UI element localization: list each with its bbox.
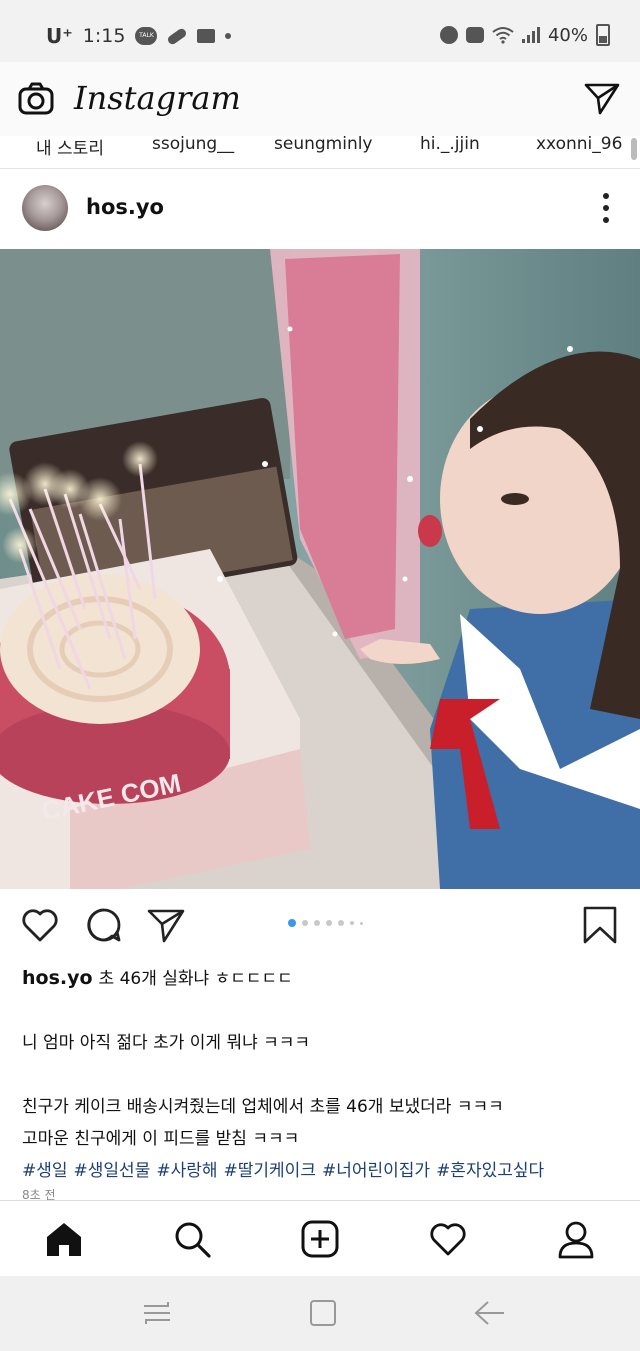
home-button-icon[interactable] — [306, 1298, 340, 1328]
carrier-label: U⁺ — [46, 24, 73, 48]
caption-line: 니 엄마 아직 젊다 초가 이게 뭐냐 ㅋㅋㅋ — [22, 1033, 311, 1053]
hashtag-link[interactable]: #사랑해 — [156, 1161, 217, 1181]
activity-heart-icon[interactable] — [428, 1219, 468, 1259]
camera-icon[interactable] — [18, 82, 54, 116]
carousel-dot — [360, 921, 363, 925]
story-item[interactable]: ssojung__ — [152, 136, 234, 154]
recent-apps-icon[interactable] — [140, 1298, 174, 1328]
avatar[interactable] — [22, 185, 68, 231]
signal-icon — [521, 27, 540, 43]
post-caption: hos.yo 초 46개 실화냐 ㅎㄷㄷㄷㄷ 니 엄마 아직 젊다 초가 이게 뭐… — [22, 962, 622, 1187]
more-options-icon[interactable] — [602, 193, 610, 223]
birthday-photo-illustration: CAKE COM — [0, 249, 640, 889]
search-icon[interactable] — [172, 1219, 212, 1259]
comment-icon[interactable] — [84, 905, 124, 945]
mute-icon — [465, 27, 484, 43]
system-navigation-bar — [0, 1276, 640, 1351]
caption-line: 고마운 친구에게 이 피드를 받침 ㅋㅋㅋ — [22, 1129, 300, 1149]
story-item[interactable]: hi._.jjin — [420, 136, 480, 154]
hashtag-link[interactable]: #딸기케이크 — [224, 1161, 316, 1181]
story-item-my-story[interactable]: 내 스토리 — [36, 136, 104, 159]
bookmark-icon[interactable] — [580, 905, 620, 945]
hashtag-list: #생일 #생일선물 #사랑해 #딸기케이크 #너어린이집가 #혼자있고싶다 — [22, 1155, 622, 1187]
hashtag-link[interactable]: #생일선물 — [74, 1161, 151, 1181]
wifi-icon — [492, 27, 514, 44]
carousel-dot — [302, 920, 308, 926]
new-post-icon[interactable] — [300, 1219, 340, 1259]
alarm-icon — [439, 26, 458, 44]
clock: 1:15 — [82, 25, 126, 47]
kakaotalk-icon: TALK — [135, 27, 158, 45]
profile-icon[interactable] — [556, 1219, 596, 1259]
hashtag-link[interactable]: #혼자있고싶다 — [436, 1161, 544, 1181]
post-actions — [0, 889, 640, 959]
carousel-indicator — [288, 919, 363, 927]
scrollbar[interactable] — [631, 138, 637, 160]
post-photo[interactable]: CAKE COM — [0, 249, 640, 889]
stories-tray: 내 스토리 ssojung__ seungminly hi._.jjin xxo… — [0, 136, 640, 169]
carousel-dot-active — [288, 919, 296, 927]
back-icon[interactable] — [472, 1298, 506, 1328]
notification-dot-icon — [225, 33, 232, 39]
story-item[interactable]: seungminly — [274, 136, 373, 154]
post-header: hos.yo — [0, 169, 640, 249]
share-send-icon[interactable] — [146, 905, 186, 945]
battery-icon — [596, 24, 610, 46]
carousel-dot — [326, 920, 332, 926]
bottom-navigation — [0, 1200, 640, 1277]
app-header: Instagram — [0, 62, 640, 136]
status-bar: U⁺ 1:15 TALK 40% — [0, 0, 640, 62]
carousel-dot — [338, 920, 344, 926]
message-icon — [197, 29, 216, 43]
direct-message-icon[interactable] — [584, 82, 620, 116]
story-item[interactable]: xxonni_96 — [536, 136, 622, 154]
battery-percent: 40% — [547, 24, 588, 46]
caption-username[interactable]: hos.yo — [22, 967, 93, 989]
carousel-dot — [314, 920, 320, 926]
home-icon[interactable] — [44, 1219, 84, 1259]
caption-line: 초 46개 실화냐 ㅎㄷㄷㄷㄷ — [98, 969, 293, 989]
like-heart-icon[interactable] — [20, 905, 60, 945]
hashtag-link[interactable]: #생일 — [22, 1161, 68, 1181]
post-username[interactable]: hos.yo — [86, 195, 164, 219]
carousel-dot — [350, 921, 354, 925]
pill-icon — [166, 26, 189, 46]
caption-line: 친구가 케이크 배송시켜줬는데 업체에서 초를 46개 보냈더라 ㅋㅋㅋ — [22, 1097, 504, 1117]
hashtag-link[interactable]: #너어린이집가 — [322, 1161, 430, 1181]
instagram-logo: Instagram — [74, 79, 241, 117]
